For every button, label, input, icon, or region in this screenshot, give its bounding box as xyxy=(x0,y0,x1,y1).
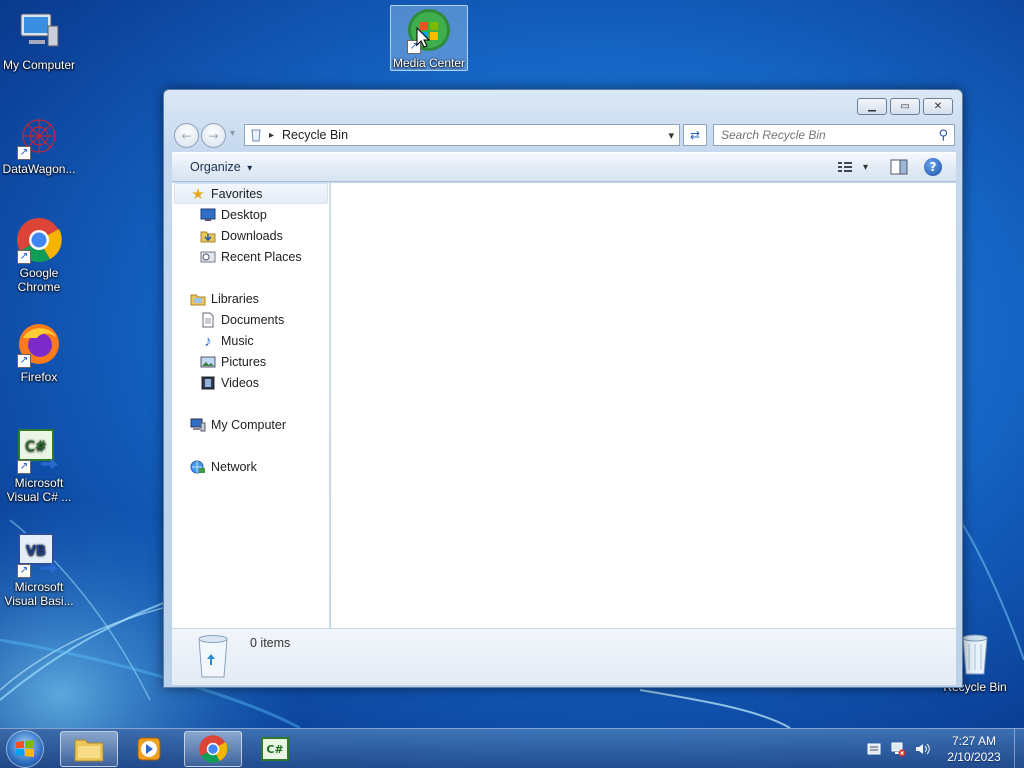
help-button[interactable]: ? xyxy=(924,158,942,176)
change-view-button[interactable]: ▾ xyxy=(837,160,868,174)
network-tray-icon[interactable] xyxy=(890,741,906,757)
taskbar-media-player[interactable] xyxy=(120,731,178,767)
desktop-icon-google-chrome[interactable]: ↗ Google Chrome xyxy=(0,216,78,294)
maximize-button[interactable]: ▭ xyxy=(890,98,920,115)
recycle-bin-small-icon xyxy=(249,128,263,142)
refresh-button[interactable]: ⇄ xyxy=(683,124,707,146)
recent-places-icon xyxy=(200,249,216,265)
action-center-icon[interactable] xyxy=(866,741,882,757)
clock-date: 2/10/2023 xyxy=(947,750,1001,764)
address-bar[interactable]: ▸ Recycle Bin ▾ xyxy=(244,124,680,146)
shortcut-arrow-icon: ↗ xyxy=(17,354,31,368)
desktop-icon-datawagon[interactable]: ↗ DataWagon... xyxy=(0,112,78,176)
shortcut-arrow-icon: ↗ xyxy=(17,146,31,160)
shortcut-arrow-icon: ↗ xyxy=(17,564,31,578)
shortcut-arrow-icon: ↗ xyxy=(17,250,31,264)
preview-pane-button[interactable] xyxy=(890,159,908,175)
taskbar: C# 7:27 AM 2/10/2023 xyxy=(0,728,1024,768)
star-icon: ★ xyxy=(191,186,205,203)
visual-csharp-icon: C# xyxy=(261,737,289,761)
computer-icon xyxy=(190,417,206,433)
start-button[interactable] xyxy=(6,730,44,768)
search-box[interactable]: ⚲ xyxy=(713,124,955,146)
nav-libraries[interactable]: Libraries xyxy=(190,289,259,309)
svg-text:VB: VB xyxy=(26,544,46,559)
recycle-bin-large-icon xyxy=(194,633,232,682)
forward-button[interactable]: → xyxy=(201,123,226,148)
breadcrumb-recycle-bin[interactable]: Recycle Bin xyxy=(282,128,348,142)
pictures-icon xyxy=(200,354,216,370)
preview-pane-icon xyxy=(890,159,908,175)
nav-network[interactable]: Network xyxy=(190,457,257,477)
back-button[interactable]: ← xyxy=(174,123,199,148)
close-button[interactable]: ✕ xyxy=(923,98,953,115)
desktop-icon-firefox[interactable]: ↗ Firefox xyxy=(0,320,78,384)
nav-videos[interactable]: Videos xyxy=(200,373,259,393)
documents-icon xyxy=(200,312,216,328)
view-dropdown-icon[interactable]: ▾ xyxy=(863,162,868,173)
taskbar-google-chrome[interactable] xyxy=(184,731,242,767)
music-icon: ♪ xyxy=(204,332,212,350)
chrome-icon xyxy=(199,735,228,763)
taskbar-visual-csharp[interactable]: C# xyxy=(246,731,304,767)
nav-desktop[interactable]: Desktop xyxy=(200,205,267,225)
folder-icon xyxy=(74,739,104,762)
nav-pictures[interactable]: Pictures xyxy=(200,352,266,372)
item-count: 0 items xyxy=(250,636,291,650)
desktop-icon-visual-basic[interactable]: VB ↗ Microsoft Visual Basi... xyxy=(0,530,78,608)
clock-time: 7:27 AM xyxy=(951,734,997,748)
taskbar-windows-explorer[interactable] xyxy=(60,731,118,767)
organize-dropdown-icon: ▾ xyxy=(247,163,253,174)
visual-basic-icon: VB ↗ xyxy=(15,530,63,578)
volume-icon[interactable] xyxy=(914,741,930,757)
mouse-cursor-icon xyxy=(416,27,430,48)
downloads-icon xyxy=(200,228,216,244)
search-icon[interactable]: ⚲ xyxy=(938,128,948,143)
windows-logo-icon xyxy=(16,740,34,757)
file-list-pane[interactable] xyxy=(331,183,956,628)
details-view-icon xyxy=(837,162,852,172)
nav-documents[interactable]: Documents xyxy=(200,310,284,330)
nav-downloads[interactable]: Downloads xyxy=(200,226,283,246)
details-pane: 0 items xyxy=(172,628,956,685)
videos-icon xyxy=(200,375,216,391)
explorer-window[interactable]: ▁ ▭ ✕ ← → ▾ ▸ Recycle Bin ▾ ⇄ ⚲ Organize… xyxy=(163,89,963,688)
desktop-icon xyxy=(200,207,216,223)
shortcut-arrow-icon: ↗ xyxy=(17,460,31,474)
breadcrumb-separator[interactable]: ▸ xyxy=(269,130,274,141)
address-dropdown-icon[interactable]: ▾ xyxy=(668,129,674,142)
libraries-icon xyxy=(190,291,206,307)
media-player-icon xyxy=(137,737,161,761)
refresh-icon: ⇄ xyxy=(689,128,701,142)
nav-favorites[interactable]: ★ Favorites xyxy=(190,184,262,204)
svg-text:C#: C# xyxy=(25,439,47,455)
computer-icon xyxy=(15,8,63,56)
navigation-bar: ← → ▾ ▸ Recycle Bin ▾ ⇄ ⚲ xyxy=(172,122,956,148)
chrome-icon: ↗ xyxy=(15,216,63,264)
search-input[interactable] xyxy=(714,128,924,142)
system-clock[interactable]: 7:27 AM 2/10/2023 xyxy=(938,733,1010,765)
firefox-icon: ↗ xyxy=(15,320,63,368)
desktop-icon-visual-csharp[interactable]: C# ↗ Microsoft Visual C# ... xyxy=(0,426,78,504)
network-icon xyxy=(190,459,206,475)
show-desktop-button[interactable] xyxy=(1014,729,1024,768)
nav-recent-places[interactable]: Recent Places xyxy=(200,247,302,267)
navigation-pane: ★ Favorites Desktop Downloads Recent Plac… xyxy=(172,183,330,628)
recent-pages-dropdown[interactable]: ▾ xyxy=(230,128,235,139)
nav-my-computer[interactable]: My Computer xyxy=(190,415,286,435)
minimize-button[interactable]: ▁ xyxy=(857,98,887,115)
desktop-icon-my-computer[interactable]: My Computer xyxy=(0,8,78,72)
datawagon-icon: ↗ xyxy=(15,112,63,160)
command-bar: Organize ▾ ▾ ? xyxy=(172,152,956,182)
visual-csharp-icon: C# ↗ xyxy=(15,426,63,474)
organize-button[interactable]: Organize ▾ xyxy=(190,160,252,174)
nav-music[interactable]: ♪ Music xyxy=(200,331,253,351)
help-icon: ? xyxy=(929,160,937,174)
